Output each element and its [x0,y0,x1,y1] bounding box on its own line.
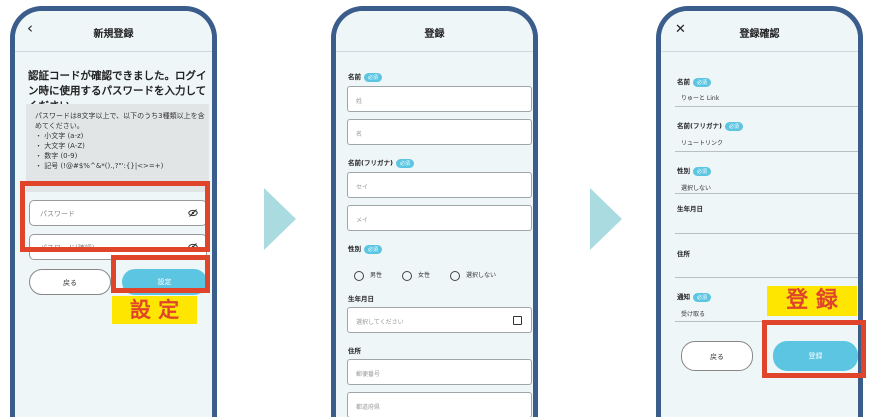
annotation-set: 設 定 [112,296,197,324]
divider [675,193,858,194]
required-badge: 必須 [395,158,414,168]
radio-male[interactable]: 男性 [354,270,382,282]
annotation-register: 登 録 [767,286,857,316]
gender-label: 性別 必須 [348,243,383,254]
gender-label: 性別 必須 [677,165,712,176]
first-kana-input[interactable]: メイ [347,205,532,231]
gender-value: 選択しない [681,185,712,192]
radio-female[interactable]: 女性 [402,270,430,282]
radio-circle-icon [450,270,460,281]
calendar-icon[interactable] [513,316,522,325]
divider [675,233,858,234]
divider [675,106,858,107]
notify-label: 通知 必須 [677,291,712,302]
next-arrow-icon [590,188,622,250]
highlight-set-button [111,255,210,293]
gender-radio-group: 男性 女性 選択しない [354,270,533,284]
birth-label: 生年月日 [348,295,374,303]
highlight-register-button [762,320,866,378]
birth-label: 生年月日 [677,205,703,213]
phone-screen-registration: 登録 名前 必須 姓 名 名前(フリガナ) 必須 セイ メイ 性別 必須 男性 女性 … [331,6,538,417]
radio-circle-icon [402,270,412,281]
divider [675,277,858,278]
address-label: 住所 [677,250,690,258]
highlight-password-fields [20,181,210,252]
rule-line: ・ 記号 (!@#$%^&*().,?"':{}|<>=+) [35,162,164,170]
last-kana-input[interactable]: セイ [347,172,532,198]
required-badge: 必須 [364,72,383,82]
name-value: りゅーと Link [681,95,720,102]
rule-line: めてください。 [35,122,84,130]
password-rules-box: パスワードは8文字以上で、以下のうち3種類以上を含 めてください。 ・ 小文字 … [26,104,209,192]
required-badge: 必須 [724,121,743,131]
rule-line: ・ 小文字 (a-z) [35,132,84,140]
header: ‹ 新規登録 [15,11,212,52]
first-name-input[interactable]: 名 [347,119,532,145]
page-title: 登録 [424,29,445,40]
address-label: 住所 [348,347,361,355]
rule-line: パスワードは8文字以上で、以下のうち3種類以上を含 [35,112,205,120]
kana-label: 名前(フリガナ) 必須 [348,157,414,168]
divider [675,151,858,152]
notify-value: 受け取る [681,311,706,318]
kana-value: リュートリンク [681,140,724,147]
back-button[interactable]: 戻る [29,269,111,295]
required-badge: 必須 [693,166,712,176]
back-button[interactable]: 戻る [681,341,753,371]
rule-line: ・ 数字 (0-9) [35,152,78,160]
name-label: 名前 必須 [677,76,712,87]
page-title: 新規登録 [93,29,134,40]
birth-date-input[interactable]: 選択してください [347,307,532,333]
header: ✕ 登録確認 [661,11,858,52]
next-arrow-icon [264,188,296,250]
prefecture-input[interactable]: 都道府県 [347,392,532,417]
radio-no-answer[interactable]: 選択しない [450,270,496,282]
header: 登録 [336,11,533,52]
radio-circle-icon [354,270,364,281]
required-badge: 必須 [693,77,712,87]
required-badge: 必須 [693,292,712,302]
name-label: 名前 必須 [348,71,383,82]
postal-code-input[interactable]: 郵便番号 [347,359,532,385]
required-badge: 必須 [364,244,383,254]
rule-line: ・ 大文字 (A-Z) [35,142,85,150]
page-title: 登録確認 [739,29,780,40]
kana-label: 名前(フリガナ) 必須 [677,120,743,131]
last-name-input[interactable]: 姓 [347,86,532,112]
